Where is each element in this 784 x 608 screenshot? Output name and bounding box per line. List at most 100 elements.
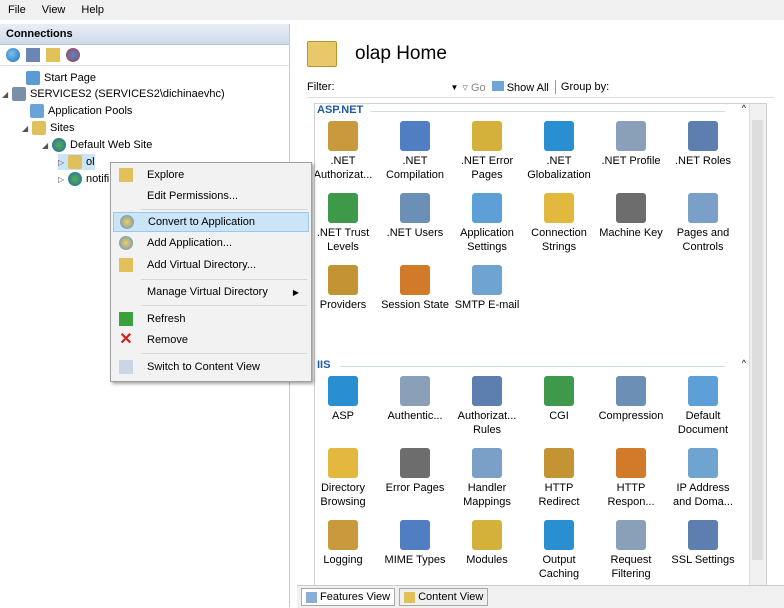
menu-item-add-virtual-directory[interactable]: Add Virtual Directory... <box>113 255 309 275</box>
asp-icon <box>328 376 358 406</box>
handler-mappings-icon <box>472 448 502 478</box>
tree-node-server[interactable]: ◢ SERVICES2 (SERVICES2\dichinaevhc) <box>2 86 225 102</box>
expand-toggle-icon[interactable]: ▷ <box>58 158 66 167</box>
collapse-group-icon[interactable]: ^ <box>742 104 746 113</box>
feature-smtp-e-mail[interactable]: SMTP E-mail <box>453 265 521 312</box>
menu-item-manage-virtual-directory[interactable]: Manage Virtual Directory ▶ <box>113 282 309 302</box>
expand-toggle-icon[interactable]: ◢ <box>42 141 50 150</box>
feature-net-error-pages[interactable]: .NET Error Pages <box>453 121 521 182</box>
feature-http-respon[interactable]: HTTP Respon... <box>597 448 665 509</box>
tree-node-default-web-site[interactable]: ◢ Default Web Site <box>42 137 152 153</box>
feature-authorizat-rules[interactable]: Authorizat... Rules <box>453 376 521 437</box>
tree-node-notifi[interactable]: ▷ notifi <box>58 171 109 187</box>
feature-net-trust-levels[interactable]: .NET Trust Levels <box>315 193 377 254</box>
tree-node-olap[interactable]: ▷ ol <box>58 154 95 170</box>
funnel-icon: ▿ <box>462 81 471 94</box>
view-tabs: Features View Content View <box>297 585 784 608</box>
menu-item-add-application[interactable]: Add Application... <box>113 233 309 253</box>
feature-net-authorizat[interactable]: .NET Authorizat... <box>315 121 377 182</box>
save-icon[interactable] <box>26 48 40 62</box>
feature-mime-types[interactable]: MIME Types <box>381 520 449 567</box>
expand-toggle-icon[interactable]: ◢ <box>2 90 10 99</box>
feature-label: Request Filtering <box>610 554 652 580</box>
group-header-asp-net[interactable]: ASP.NET <box>317 104 363 116</box>
feature-handler-mappings[interactable]: Handler Mappings <box>453 448 521 509</box>
feature-cgi[interactable]: CGI <box>525 376 593 423</box>
vertical-scrollbar[interactable] <box>749 104 766 589</box>
ip-address-and-doma-icon <box>688 448 718 478</box>
feature-modules[interactable]: Modules <box>453 520 521 567</box>
net-trust-levels-icon <box>328 193 358 223</box>
feature-net-users[interactable]: .NET Users <box>381 193 449 240</box>
menu-separator <box>141 353 307 354</box>
feature-request-filtering[interactable]: Request Filtering <box>597 520 665 581</box>
feature-net-globalization[interactable]: .NET Globalization <box>525 121 593 182</box>
feature-logging[interactable]: Logging <box>315 520 377 567</box>
feature-label: Output Caching <box>538 554 580 580</box>
filter-dropdown-icon[interactable]: ▼ <box>451 83 459 92</box>
feature-session-state[interactable]: Session State <box>381 265 449 312</box>
mime-types-icon <box>400 520 430 550</box>
feature-authentic[interactable]: Authentic... <box>381 376 449 423</box>
feature-application-settings[interactable]: Application Settings <box>453 193 521 254</box>
group-by-dropdown[interactable]: Group by: <box>561 81 609 93</box>
feature-ssl-settings[interactable]: SSL Settings <box>669 520 737 567</box>
feature-label: Authorizat... Rules <box>457 410 517 436</box>
feature-label: .NET Profile <box>601 155 661 167</box>
tree-node-application-pools[interactable]: Application Pools <box>30 103 132 119</box>
feature-asp[interactable]: ASP <box>315 376 377 423</box>
net-roles-icon <box>688 121 718 151</box>
menu-file[interactable]: File <box>0 4 34 16</box>
feature-machine-key[interactable]: Machine Key <box>597 193 665 240</box>
show-all-button[interactable]: Show All <box>491 80 549 94</box>
menu-item-convert-to-application[interactable]: Convert to Application <box>113 212 309 232</box>
sites-folder-icon <box>32 121 46 135</box>
feature-label: Default Document <box>677 410 729 436</box>
feature-default-document[interactable]: Default Document <box>669 376 737 437</box>
feature-pages-and-controls[interactable]: Pages and Controls <box>669 193 737 254</box>
expand-toggle-icon[interactable]: ◢ <box>22 124 30 133</box>
up-folder-icon[interactable] <box>46 48 60 62</box>
menu-help[interactable]: Help <box>73 4 112 16</box>
connect-globe-icon[interactable] <box>6 48 20 62</box>
feature-net-profile[interactable]: .NET Profile <box>597 121 665 168</box>
expand-toggle-icon[interactable]: ▷ <box>58 175 66 184</box>
feature-http-redirect[interactable]: HTTP Redirect <box>525 448 593 509</box>
menu-view[interactable]: View <box>34 4 74 16</box>
collapse-group-icon[interactable]: ^ <box>742 358 746 368</box>
feature-error-pages[interactable]: Error Pages <box>381 448 449 495</box>
group-divider <box>370 111 725 112</box>
menu-item-edit-permissions[interactable]: Edit Permissions... <box>113 186 309 206</box>
feature-label: SMTP E-mail <box>454 299 520 311</box>
menu-separator <box>141 305 307 306</box>
menu-item-refresh[interactable]: Refresh <box>113 309 309 329</box>
disconnect-icon[interactable] <box>66 48 80 62</box>
filter-input[interactable] <box>341 80 451 94</box>
feature-label: .NET Error Pages <box>460 155 514 181</box>
feature-net-compilation[interactable]: .NET Compilation <box>381 121 449 182</box>
feature-compression[interactable]: Compression <box>597 376 665 423</box>
menu-item-remove[interactable]: ✕ Remove <box>113 330 309 350</box>
feature-ip-address-and-doma[interactable]: IP Address and Doma... <box>669 448 737 509</box>
go-button[interactable]: ▿ Go <box>462 81 485 94</box>
group-divider <box>340 366 725 367</box>
features-list: ASP.NET ^ .NET Authorizat... .NET Compilati… <box>314 103 767 590</box>
feature-directory-browsing[interactable]: Directory Browsing <box>315 448 377 509</box>
scroll-thumb[interactable] <box>752 120 763 560</box>
tree-node-start-page[interactable]: Start Page <box>16 70 96 86</box>
tree-node-sites[interactable]: ◢ Sites <box>22 120 74 136</box>
feature-label: .NET Roles <box>674 155 732 167</box>
feature-providers[interactable]: Providers <box>315 265 377 312</box>
feature-label: IP Address and Doma... <box>673 482 733 508</box>
tab-content-view[interactable]: Content View <box>399 588 489 606</box>
group-header-iis[interactable]: IIS <box>317 359 330 371</box>
feature-output-caching[interactable]: Output Caching <box>525 520 593 581</box>
menu-item-switch-to-content-view[interactable]: Switch to Content View <box>113 357 309 377</box>
feature-label: .NET Users <box>386 227 444 239</box>
tab-features-view[interactable]: Features View <box>301 588 396 606</box>
content-view-icon <box>119 360 133 374</box>
feature-connection-strings[interactable]: Connection Strings <box>525 193 593 254</box>
menu-item-explore[interactable]: Explore <box>113 165 309 185</box>
net-authorizat-icon <box>328 121 358 151</box>
feature-net-roles[interactable]: .NET Roles <box>669 121 737 168</box>
